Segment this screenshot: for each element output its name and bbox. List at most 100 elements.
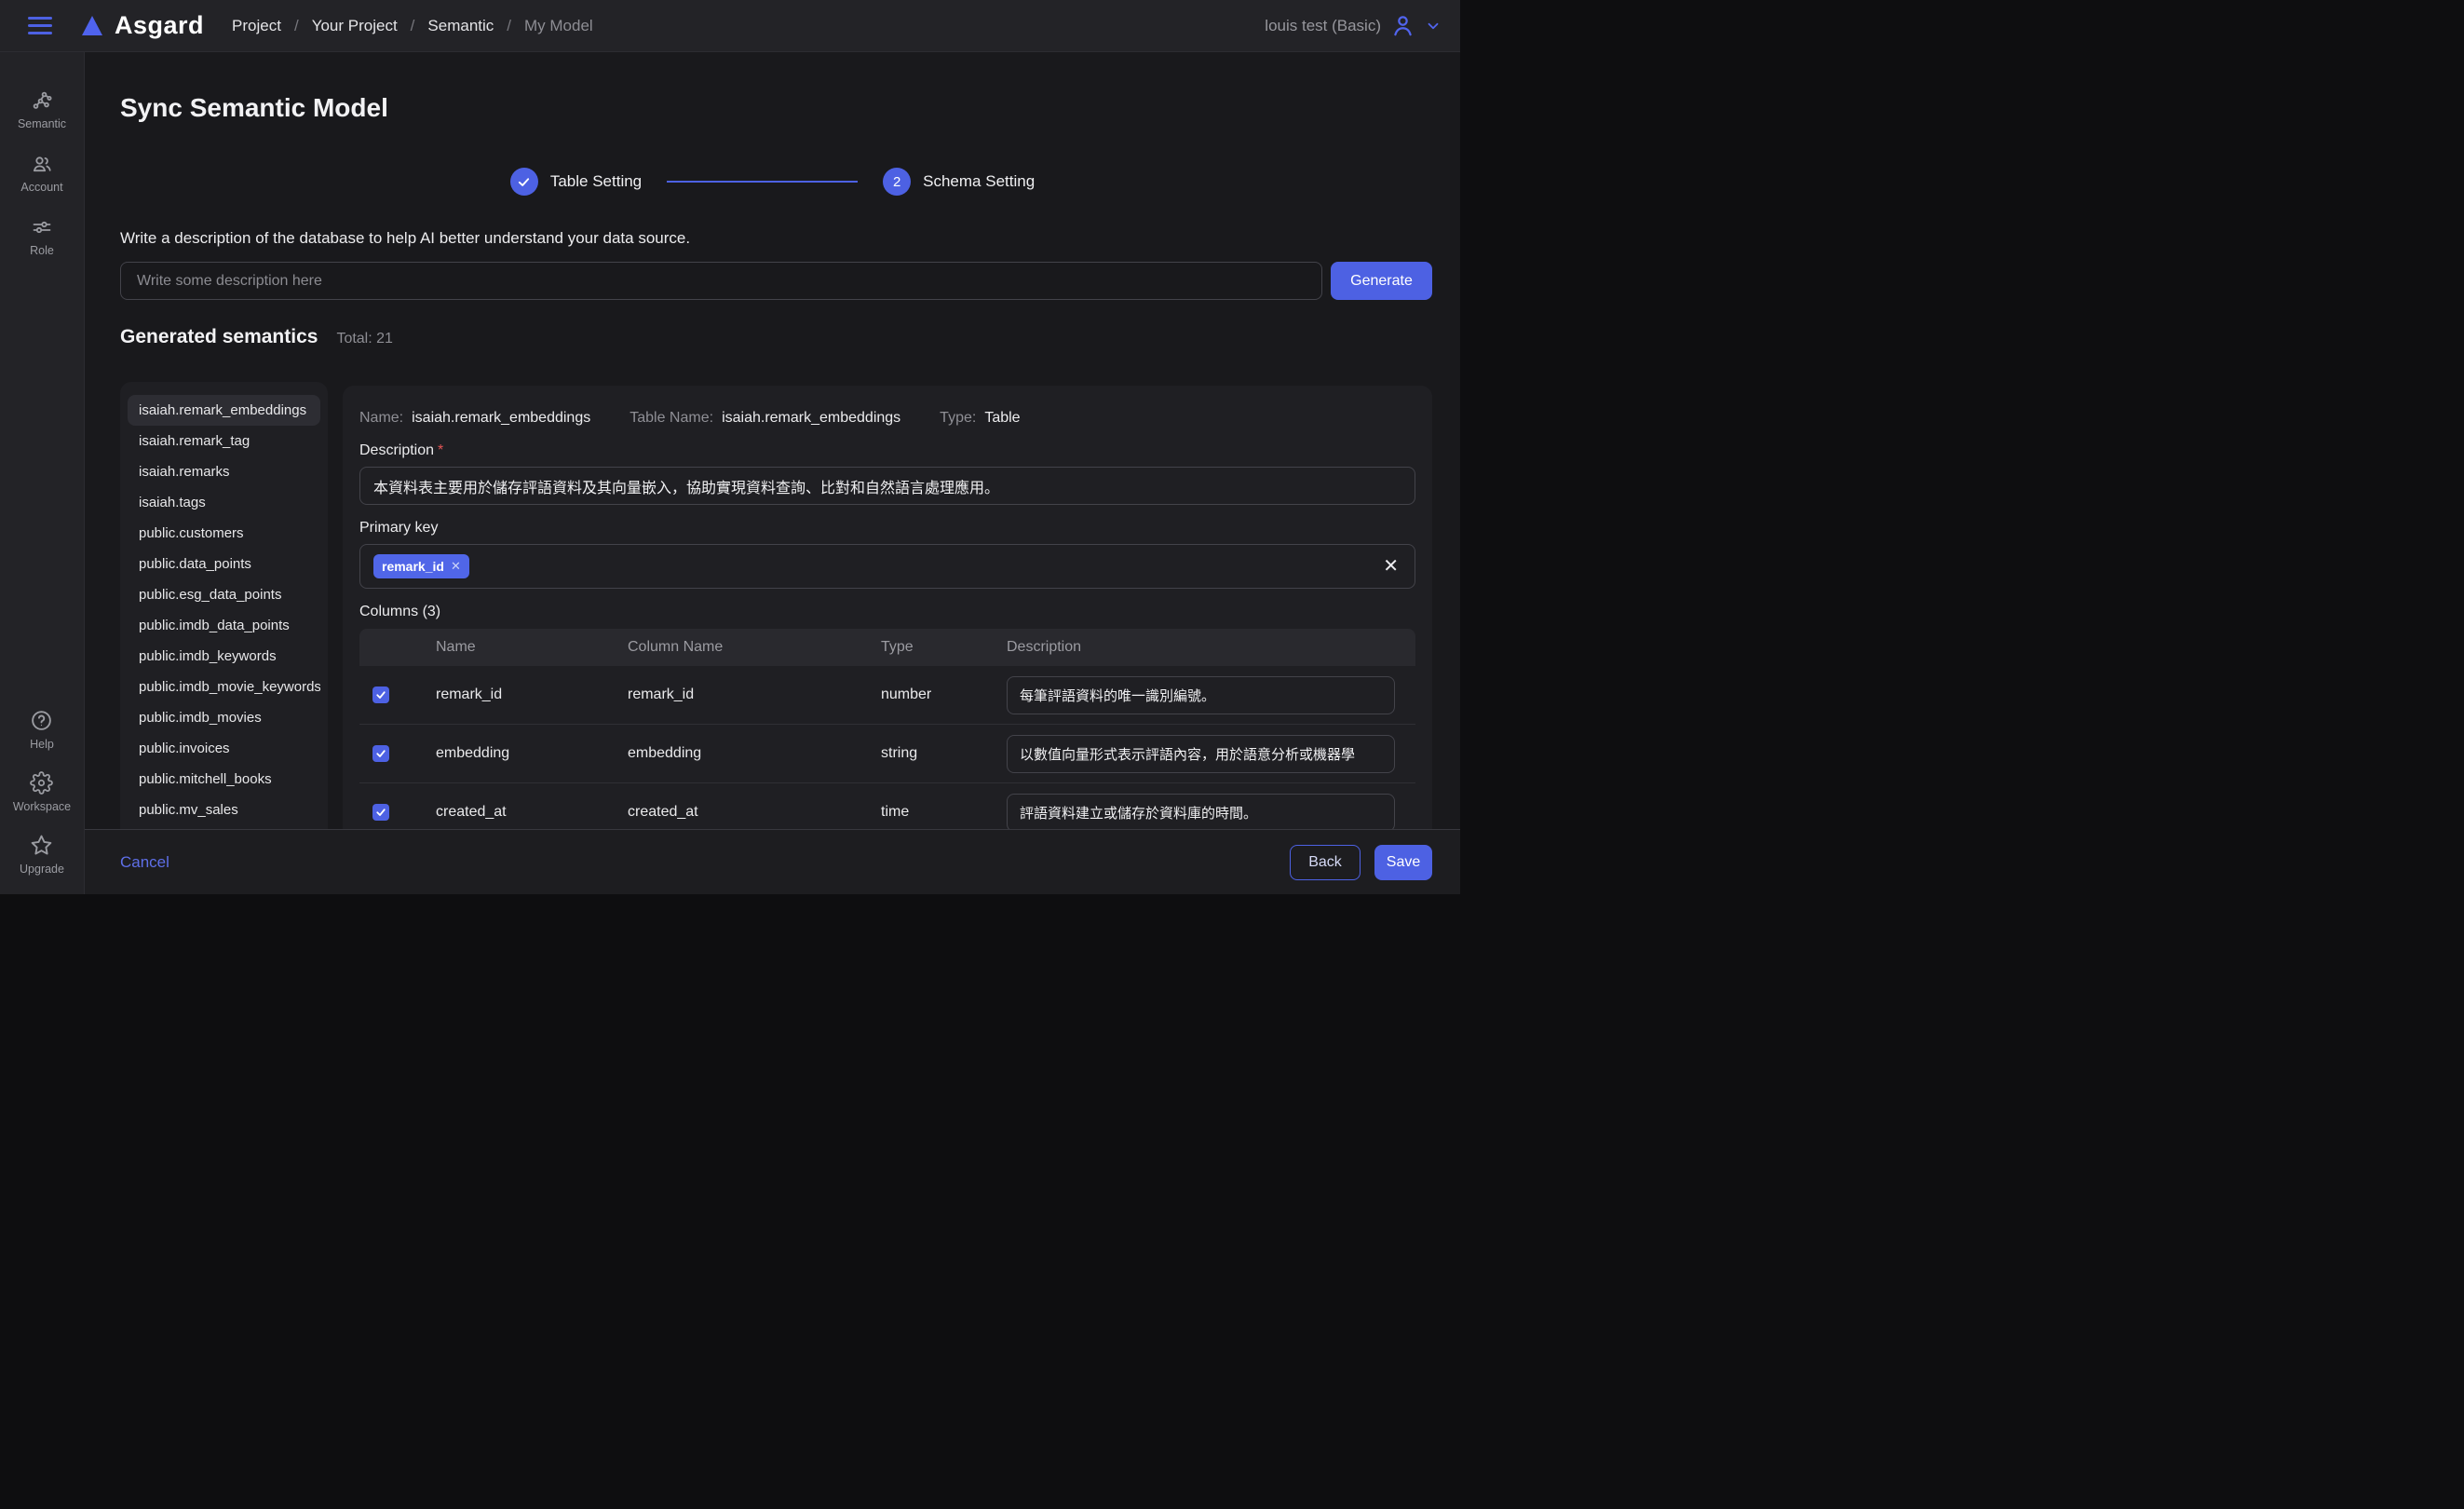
sidebar-item-role[interactable]: Role xyxy=(30,216,54,257)
user-name: louis test (Basic) xyxy=(1265,17,1381,35)
sidebar-label-account: Account xyxy=(20,181,62,194)
top-header: Asgard Project/Your Project/Semantic/My … xyxy=(0,0,1460,52)
column-colname-cell: created_at xyxy=(628,804,881,821)
sidebar-label-role: Role xyxy=(30,244,54,257)
semantics-list-item[interactable]: public.mv_sales xyxy=(128,795,320,825)
breadcrumb-separator: / xyxy=(294,17,299,35)
cancel-button[interactable]: Cancel xyxy=(120,853,169,872)
sidebar-bottom-group: Help Workspace Upgrade xyxy=(13,709,71,876)
stepper-connector xyxy=(667,181,858,183)
page-title: Sync Semantic Model xyxy=(120,93,388,123)
semantics-list-item[interactable]: public.imdb_keywords xyxy=(128,641,320,672)
semantics-list-item[interactable]: isaiah.remarks xyxy=(128,456,320,487)
name-label: Name: xyxy=(359,410,403,427)
row-checkbox[interactable] xyxy=(372,745,389,762)
database-description-input[interactable] xyxy=(120,262,1322,300)
semantics-list-item[interactable]: public.invoices xyxy=(128,733,320,764)
semantics-list-item[interactable]: public.data_points xyxy=(128,549,320,579)
account-people-icon xyxy=(31,153,53,175)
step-label-table-setting: Table Setting xyxy=(550,172,642,191)
brand-name: Asgard xyxy=(115,11,204,40)
star-icon xyxy=(30,834,53,857)
column-type-cell: string xyxy=(881,745,1007,762)
type-value: Table xyxy=(984,410,1020,427)
chevron-down-icon[interactable] xyxy=(1425,18,1442,34)
semantics-list-item[interactable]: isaiah.remark_tag xyxy=(128,426,320,456)
sidebar-item-help[interactable]: Help xyxy=(30,709,54,751)
header-type: Type xyxy=(881,639,1007,656)
sidebar-label-help: Help xyxy=(30,738,54,751)
app-root: Asgard Project/Your Project/Semantic/My … xyxy=(0,0,1460,894)
primary-key-chip-label: remark_id xyxy=(382,559,444,574)
sidebar-item-workspace[interactable]: Workspace xyxy=(13,771,71,813)
description-field-label: Description* xyxy=(359,442,1415,459)
primary-key-label: Primary key xyxy=(359,520,1415,537)
semantics-list-item[interactable]: public.esg_data_points xyxy=(128,579,320,610)
column-type-cell: number xyxy=(881,687,1007,703)
required-asterisk: * xyxy=(438,442,443,458)
description-help-text: Write a description of the database to h… xyxy=(120,229,690,248)
help-icon xyxy=(30,709,53,732)
semantics-list-item[interactable]: isaiah.tags xyxy=(128,487,320,518)
columns-table-body: remark_idremark_idnumberembeddingembeddi… xyxy=(359,666,1415,842)
footer-bar: Cancel Back Save xyxy=(85,829,1460,894)
generated-semantics-title: Generated semantics xyxy=(120,326,318,348)
column-description-input[interactable] xyxy=(1007,735,1395,773)
type-label: Type: xyxy=(940,410,976,427)
breadcrumb-item-your-project[interactable]: Your Project xyxy=(312,17,398,35)
sidebar-item-upgrade[interactable]: Upgrade xyxy=(20,834,64,876)
row-checkbox[interactable] xyxy=(372,687,389,703)
header-description: Description xyxy=(1007,639,1415,656)
column-colname-cell: remark_id xyxy=(628,687,881,703)
asgard-logo[interactable]: Asgard xyxy=(82,11,204,40)
chip-remove-icon[interactable]: ✕ xyxy=(451,559,461,574)
columns-table: Name Column Name Type Description remark… xyxy=(359,629,1415,842)
generate-button[interactable]: Generate xyxy=(1331,262,1432,300)
primary-key-select[interactable]: remark_id ✕ ✕ xyxy=(359,544,1415,589)
row-checkbox[interactable] xyxy=(372,804,389,821)
menu-icon[interactable] xyxy=(28,17,52,34)
save-button[interactable]: Save xyxy=(1374,845,1432,880)
column-name-cell: remark_id xyxy=(436,687,628,703)
semantics-list-item[interactable]: public.imdb_movies xyxy=(128,702,320,733)
sidebar: Semantic Account Role xyxy=(0,52,85,894)
breadcrumb-item-semantic[interactable]: Semantic xyxy=(427,17,494,35)
semantic-detail-panel: Name: isaiah.remark_embeddings Table Nam… xyxy=(343,386,1432,894)
semantics-list-item[interactable]: public.imdb_data_points xyxy=(128,610,320,641)
step-label-schema-setting: Schema Setting xyxy=(923,172,1035,191)
semantics-list-item[interactable]: public.imdb_movie_keywords xyxy=(128,672,320,702)
semantics-list-item[interactable]: isaiah.remark_embeddings xyxy=(128,395,320,426)
clear-primary-key-icon[interactable]: ✕ xyxy=(1383,557,1399,576)
name-value: isaiah.remark_embeddings xyxy=(412,410,590,427)
sidebar-item-semantic[interactable]: Semantic xyxy=(18,89,66,130)
table-name-value: isaiah.remark_embeddings xyxy=(722,410,900,427)
breadcrumb-item-project[interactable]: Project xyxy=(232,17,281,35)
detail-meta-row: Name: isaiah.remark_embeddings Table Nam… xyxy=(359,410,1415,427)
breadcrumb-item-my-model[interactable]: My Model xyxy=(524,17,593,35)
role-sliders-icon xyxy=(31,216,53,238)
sidebar-item-account[interactable]: Account xyxy=(20,153,62,194)
total-count: Total: 21 xyxy=(336,331,392,347)
header-column-name: Column Name xyxy=(628,639,881,656)
table-description-input[interactable] xyxy=(359,467,1415,505)
sidebar-label-semantic: Semantic xyxy=(18,117,66,130)
description-input-row: Generate xyxy=(120,262,1432,300)
breadcrumb-separator: / xyxy=(507,17,511,35)
column-name-cell: created_at xyxy=(436,804,628,821)
primary-key-chip: remark_id ✕ xyxy=(373,554,469,578)
column-description-input[interactable] xyxy=(1007,676,1395,714)
topbar-right: louis test (Basic) xyxy=(1265,13,1442,38)
gear-icon xyxy=(30,771,53,795)
columns-count-label: Columns (3) xyxy=(359,604,1415,620)
back-button[interactable]: Back xyxy=(1290,845,1361,880)
header-name: Name xyxy=(436,639,628,656)
semantics-list-item[interactable]: public.mitchell_books xyxy=(128,764,320,795)
step-done-check-icon xyxy=(510,168,538,196)
column-type-cell: time xyxy=(881,804,1007,821)
semantics-list-item[interactable]: public.customers xyxy=(128,518,320,549)
generated-semantics-header: Generated semantics Total: 21 xyxy=(120,326,393,348)
user-avatar-icon[interactable] xyxy=(1390,13,1415,38)
stepper: Table Setting 2 Schema Setting xyxy=(85,168,1460,196)
main-content: Sync Semantic Model Table Setting 2 Sche… xyxy=(85,52,1460,894)
column-description-input[interactable] xyxy=(1007,794,1395,832)
